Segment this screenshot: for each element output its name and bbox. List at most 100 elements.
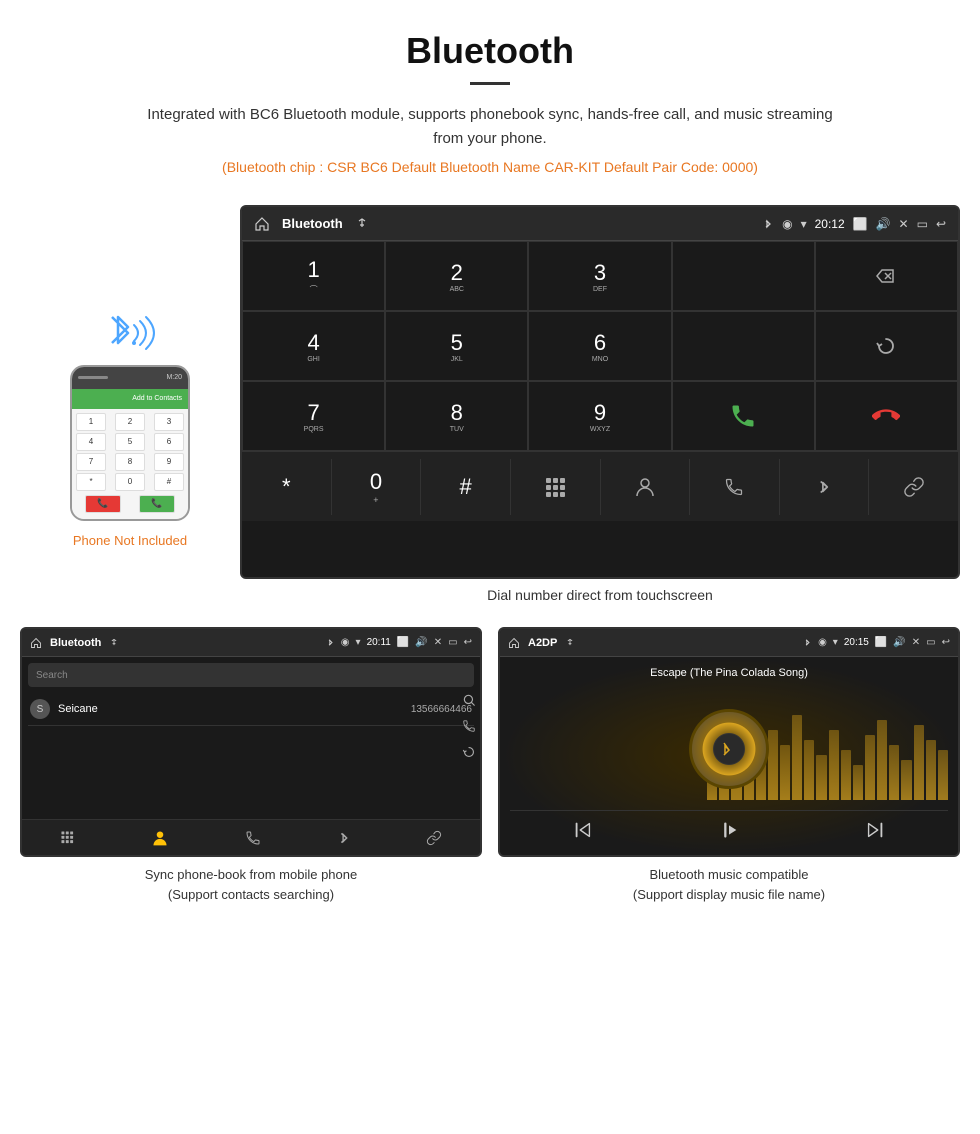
- grid-icon: [544, 476, 566, 498]
- pb-wifi-icon: ▾: [356, 637, 361, 648]
- key-4[interactable]: 4 GHI: [242, 311, 385, 381]
- music-wrap: A2DP ◉ ▾ 20:15 ⬜ 🔊 ✕ ▭ ↩: [498, 627, 960, 904]
- bluetooth-btn[interactable]: [780, 459, 870, 515]
- music-back-icon: ↩: [942, 637, 950, 648]
- eq-bar: [938, 750, 948, 800]
- main-content: M:20 Add to Contacts 1 2 3 4 5 6 7 8: [0, 195, 980, 627]
- location-icon: ◉: [782, 217, 792, 231]
- eq-bar: [877, 720, 887, 800]
- phone-key-row-3: 7 8 9: [76, 453, 184, 471]
- music-volume-icon: 🔊: [893, 637, 905, 648]
- phone-key-3: 3: [154, 413, 184, 431]
- key-0[interactable]: 0 +: [332, 459, 422, 515]
- phone-btn[interactable]: [690, 459, 780, 515]
- call-red-key[interactable]: [815, 381, 958, 451]
- pb-bt-btn[interactable]: [337, 829, 351, 847]
- pb-back-icon: ↩: [464, 637, 472, 648]
- backspace-icon: [874, 264, 898, 288]
- music-time: 20:15: [844, 637, 869, 648]
- phonebook-bottom-bar: [22, 819, 480, 855]
- link-icon: [903, 476, 925, 498]
- phone-key-row-2: 4 5 6: [76, 433, 184, 451]
- prev-track-btn[interactable]: [572, 819, 594, 841]
- key-2[interactable]: 2 ABC: [385, 241, 528, 311]
- grid-icon-btn[interactable]: [511, 459, 601, 515]
- music-caption: Bluetooth music compatible (Support disp…: [498, 865, 960, 904]
- eq-bar: [901, 760, 911, 800]
- next-track-btn[interactable]: [864, 819, 886, 841]
- phonebook-title: Bluetooth: [50, 637, 101, 649]
- contact-initial: S: [30, 699, 50, 719]
- pb-refresh-icon[interactable]: [462, 745, 476, 759]
- phone-key-2: 2: [115, 413, 145, 431]
- phone-speaker: [78, 376, 108, 379]
- key-1[interactable]: 1 ⌒: [242, 241, 385, 311]
- pb-grid-btn[interactable]: [60, 830, 76, 846]
- phonebook-wrap: Bluetooth ◉ ▾ 20:11 ⬜ 🔊 ✕ ▭ ↩: [20, 627, 482, 904]
- hangup-icon: [872, 402, 900, 430]
- pb-home-icon: [30, 637, 42, 649]
- pb-search-icon[interactable]: [462, 693, 476, 707]
- pb-link-btn[interactable]: [426, 830, 442, 846]
- pb-phone-btn[interactable]: [245, 830, 261, 846]
- phone-side: M:20 Add to Contacts 1 2 3 4 5 6 7 8: [20, 205, 240, 617]
- phone-key-row-5: 📞 📞: [76, 495, 184, 513]
- eq-bar: [768, 730, 778, 800]
- music-camera-icon: ⬜: [875, 637, 887, 648]
- square-icon: ▭: [917, 217, 928, 231]
- dial-grid: 1 ⌒ 2 ABC 3 DEF: [242, 241, 958, 577]
- person-icon: [634, 476, 656, 498]
- music-header-left: A2DP: [508, 637, 575, 649]
- song-title: Escape (The Pina Colada Song): [650, 667, 808, 679]
- key-hash[interactable]: #: [421, 459, 511, 515]
- link-btn[interactable]: [869, 459, 958, 515]
- music-caption-line2: (Support display music file name): [633, 887, 825, 902]
- phonebook-body: Search S Seicane 13566664466: [22, 657, 480, 819]
- music-screen: A2DP ◉ ▾ 20:15 ⬜ 🔊 ✕ ▭ ↩: [498, 627, 960, 857]
- screen-header-left: Bluetooth: [254, 216, 369, 232]
- contact-entry[interactable]: S Seicane 13566664466: [28, 693, 474, 726]
- key-3[interactable]: 3 DEF: [528, 241, 671, 311]
- key-5[interactable]: 5 JKL: [385, 311, 528, 381]
- phone-not-included-label: Phone Not Included: [73, 533, 187, 548]
- wifi-icon: ▾: [801, 217, 807, 231]
- contacts-btn[interactable]: [601, 459, 691, 515]
- eq-bar: [853, 765, 863, 800]
- pb-close-icon: ✕: [434, 637, 442, 648]
- phone-key-star: *: [76, 473, 106, 491]
- music-caption-line1: Bluetooth music compatible: [650, 867, 809, 882]
- phone-key-5: 5: [115, 433, 145, 451]
- main-screen-wrapper: Bluetooth ◉ ▾ 20:12 ⬜ 🔊 ✕: [240, 205, 960, 617]
- phone-key-hash: #: [154, 473, 184, 491]
- music-location-icon: ◉: [818, 637, 827, 648]
- eq-bar: [816, 755, 826, 800]
- pb-person-active-btn[interactable]: [151, 829, 169, 847]
- pb-call-icon[interactable]: [462, 719, 476, 733]
- phone-end-call: 📞: [85, 495, 121, 513]
- pb-time: 20:11: [367, 637, 391, 648]
- screen-header: Bluetooth ◉ ▾ 20:12 ⬜ 🔊 ✕: [242, 207, 958, 241]
- phonebook-search-bar[interactable]: Search: [28, 663, 474, 687]
- main-screen: Bluetooth ◉ ▾ 20:12 ⬜ 🔊 ✕: [240, 205, 960, 579]
- music-controls: [510, 810, 948, 845]
- key-7[interactable]: 7 PQRS: [242, 381, 385, 451]
- phone-call-text: Add to Contacts: [132, 395, 182, 402]
- key-9[interactable]: 9 WXYZ: [528, 381, 671, 451]
- eq-bar: [804, 740, 814, 800]
- key-8[interactable]: 8 TUV: [385, 381, 528, 451]
- backspace-key[interactable]: [815, 241, 958, 311]
- play-pause-btn[interactable]: [718, 819, 740, 841]
- key-6[interactable]: 6 MNO: [528, 311, 671, 381]
- pb-usb-icon: [109, 638, 119, 648]
- pb-bt-icon: [326, 638, 335, 647]
- call-green-key[interactable]: [672, 381, 815, 451]
- music-body: Escape (The Pina Colada Song): [500, 657, 958, 855]
- phonebook-header-left: Bluetooth: [30, 637, 119, 649]
- pb-volume-icon: 🔊: [415, 637, 427, 648]
- phone-key-7: 7: [76, 453, 106, 471]
- refresh-key[interactable]: [815, 311, 958, 381]
- key-star[interactable]: *: [242, 459, 332, 515]
- pb-square-icon: ▭: [448, 637, 457, 648]
- phone-top-bar: M:20: [72, 367, 188, 389]
- phone-key-row-4: * 0 #: [76, 473, 184, 491]
